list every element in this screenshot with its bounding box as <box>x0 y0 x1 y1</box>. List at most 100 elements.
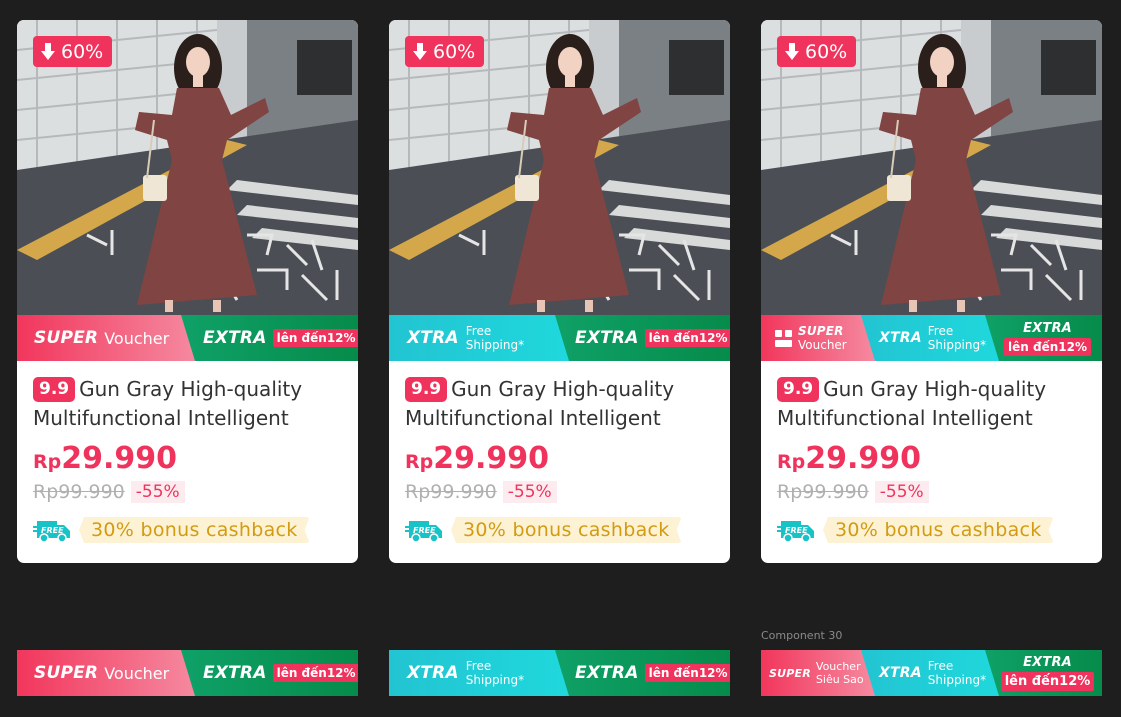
voucher-label: Voucher <box>798 338 847 352</box>
discount-percent: -55% <box>874 481 929 503</box>
voucher-label: Voucher <box>104 328 170 348</box>
free-shipping-line2: Shipping* <box>927 673 987 687</box>
super-label: SUPER <box>798 324 844 338</box>
component-label: Component 30 <box>761 629 843 642</box>
super-voucher-segment: SUPER Voucher <box>17 650 197 696</box>
super-voucher-segment: SUPER Voucher <box>17 315 197 361</box>
xtra-free-shipping-segment: XTRA Free Shipping* <box>859 315 999 361</box>
cashback-badge: 30% bonus cashback <box>451 517 682 543</box>
cashback-badge: 30% bonus cashback <box>823 517 1054 543</box>
extra-label: EXTRA <box>1023 655 1072 670</box>
product-card[interactable]: 60% EXTRA lên đến12% XTRA Free Shipping* … <box>389 20 730 563</box>
promo-strip: EXTRA lên đến12% XTRA Free Shipping* SUPE… <box>761 315 1102 361</box>
xtra-free-shipping-segment: XTRA Free Shipping* <box>389 315 569 361</box>
extra-segment: EXTRA lên đến12% <box>553 650 730 696</box>
upto-badge: lên đến12% <box>1000 672 1095 691</box>
voucher-line1: Voucher <box>815 660 861 673</box>
upto-badge: lên đến12% <box>644 664 730 682</box>
product-card[interactable]: 60% EXTRA lên đến12% XTRA Free Shipping* … <box>761 20 1102 563</box>
xtra-label: XTRA <box>407 328 459 348</box>
extra-segment: EXTRA lên đến12% <box>983 650 1102 696</box>
extra-label: EXTRA <box>575 328 639 348</box>
free-shipping-label: Free Shipping* <box>928 659 986 687</box>
xtra-label: XTRA <box>407 663 459 683</box>
extra-segment: EXTRA lên đến12% <box>553 315 730 361</box>
price-amount: 29.990 <box>433 441 550 476</box>
free-shipping-line2: Shipping* <box>927 338 987 352</box>
extra-segment: EXTRA lên đến12% <box>181 315 358 361</box>
free-shipping-line1: Free <box>927 659 954 673</box>
price-currency: Rp <box>777 451 806 473</box>
price: Rp29.990 <box>777 441 1087 481</box>
arrow-down-icon <box>41 43 55 60</box>
free-shipping-line1: Free <box>465 659 492 673</box>
product-title[interactable]: 9.9 Gun Gray High-quality Multifunctional… <box>777 375 1087 433</box>
product-card[interactable]: 60% SUPER Voucher EXTRA lên đến12% 9.9 Gu… <box>17 20 358 563</box>
price-currency: Rp <box>405 451 434 473</box>
xtra-label: XTRA <box>879 665 922 681</box>
discount-percent: -55% <box>130 481 185 503</box>
product-title[interactable]: 9.9 Gun Gray High-quality Multifunctional… <box>405 375 715 433</box>
extra-label: EXTRA <box>1023 320 1072 336</box>
super-voucher-segment: SUPER Voucher <box>761 315 875 361</box>
free-shipping-label: Free Shipping* <box>466 659 524 687</box>
original-price: Rp99.990 <box>777 481 869 503</box>
free-label: FREE <box>785 526 808 535</box>
extra-segment: EXTRA lên đến12% <box>181 650 358 696</box>
sale-tag: 9.9 <box>777 377 820 402</box>
promo-strip: EXTRA lên đến12% XTRA Free Shipping* <box>389 315 730 361</box>
discount-badge-label: 60% <box>805 40 848 63</box>
price-amount: 29.990 <box>805 441 922 476</box>
price: Rp29.990 <box>405 441 715 481</box>
price: Rp29.990 <box>33 441 343 481</box>
discount-badge: 60% <box>33 36 113 67</box>
discount-percent: -55% <box>502 481 557 503</box>
discount-badge: 60% <box>405 36 485 67</box>
free-shipping-line1: Free <box>465 324 492 338</box>
discount-badge-label: 60% <box>61 40 104 63</box>
super-voucher-segment: SUPER Voucher Siêu Sao <box>761 650 875 696</box>
free-shipping-line2: Shipping* <box>465 338 525 352</box>
product-title[interactable]: 9.9 Gun Gray High-quality Multifunctional… <box>33 375 343 433</box>
promo-strip: SUPER Voucher EXTRA lên đến12% <box>17 315 358 361</box>
xtra-free-shipping-segment: XTRA Free Shipping* <box>859 650 999 696</box>
extra-label: EXTRA <box>575 663 639 683</box>
free-shipping-truck-icon: FREE <box>777 521 814 543</box>
free-shipping-truck-icon: FREE <box>405 521 442 543</box>
voucher-label: Voucher <box>104 663 170 683</box>
sale-tag: 9.9 <box>33 377 76 402</box>
original-price: Rp99.990 <box>33 481 125 503</box>
price-currency: Rp <box>33 451 62 473</box>
free-shipping-label: Free Shipping* <box>928 324 986 352</box>
super-label: SUPER <box>769 666 811 680</box>
free-label: FREE <box>413 526 436 535</box>
promo-strip-component[interactable]: EXTRA lên đến12% XTRA Free Shipping* SUPE… <box>761 650 1102 696</box>
discount-badge: 60% <box>777 36 857 67</box>
promo-strip-component[interactable]: EXTRA lên đến12% XTRA Free Shipping* <box>389 650 730 696</box>
super-label: SUPER <box>34 328 99 348</box>
voucher-line2: Siêu Sao <box>815 673 864 686</box>
upto-badge: lên đến12% <box>1004 337 1091 356</box>
extra-label: EXTRA <box>203 663 267 683</box>
discount-badge-label: 60% <box>433 40 476 63</box>
arrow-down-icon <box>413 43 427 60</box>
xtra-free-shipping-segment: XTRA Free Shipping* <box>389 650 569 696</box>
free-label: FREE <box>41 526 64 535</box>
extra-label: EXTRA <box>203 328 267 348</box>
free-shipping-label: Free Shipping* <box>466 324 524 352</box>
original-price: Rp99.990 <box>405 481 497 503</box>
upto-badge: lên đến12% <box>644 329 730 347</box>
arrow-down-icon <box>785 43 799 60</box>
cashback-badge: 30% bonus cashback <box>79 517 310 543</box>
promo-strip-component[interactable]: SUPER Voucher EXTRA lên đến12% <box>17 650 358 696</box>
free-shipping-line2: Shipping* <box>465 673 525 687</box>
upto-badge: lên đến12% <box>272 664 358 682</box>
free-shipping-line1: Free <box>927 324 954 338</box>
super-label: SUPER <box>34 663 99 683</box>
extra-segment: EXTRA lên đến12% <box>983 315 1102 361</box>
upto-badge: lên đến12% <box>272 329 358 347</box>
free-shipping-truck-icon: FREE <box>33 521 70 543</box>
sale-tag: 9.9 <box>405 377 448 402</box>
xtra-label: XTRA <box>879 330 922 346</box>
voucher-icon <box>775 329 792 347</box>
